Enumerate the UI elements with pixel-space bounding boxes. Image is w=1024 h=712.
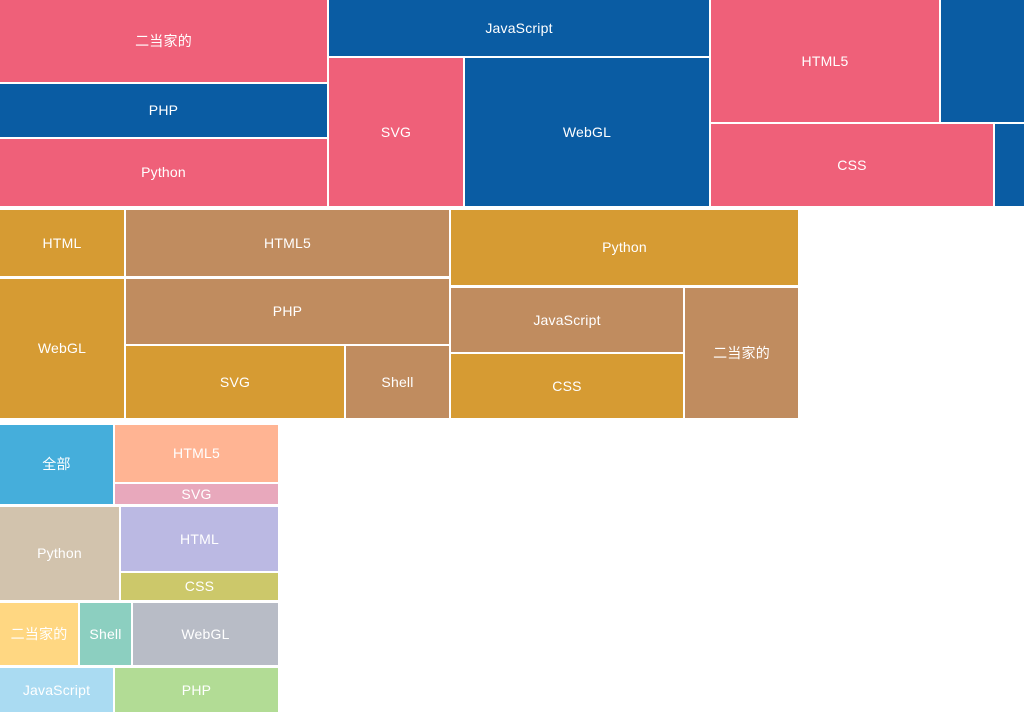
treemap-cell-label: CSS — [552, 377, 582, 394]
treemap-cell-label: Shell — [89, 625, 122, 642]
treemap-cell-label: PHP — [272, 303, 303, 320]
treemap-chart-orange-brown[interactable]: HTML HTML5 Python WebGL PHP SVG Shell JavaScrip… — [0, 210, 800, 418]
treemap-cell-label: JavaScript — [533, 311, 601, 328]
treemap-cell-css[interactable]: CSS — [711, 124, 993, 206]
treemap-cell-unlabeled[interactable] — [995, 124, 1024, 206]
treemap-cell-label: PHP — [181, 681, 212, 698]
treemap-cell-label: 二当家的 — [713, 344, 770, 361]
treemap-cell-webgl[interactable]: WebGL — [133, 603, 278, 665]
treemap-cell-svg[interactable]: SVG — [126, 346, 344, 418]
treemap-cell-php[interactable]: PHP — [126, 279, 449, 344]
treemap-cell-svg[interactable]: SVG — [329, 58, 463, 206]
treemap-cell-label: 全部 — [42, 456, 71, 473]
treemap-cell-unlabeled[interactable]: 全部 — [0, 425, 113, 504]
treemap-cell-python[interactable]: Python — [0, 507, 119, 600]
treemap-cell-label: 二当家的 — [135, 32, 192, 49]
treemap-cell-python[interactable]: Python — [451, 210, 798, 285]
treemap-cell-shell[interactable]: Shell — [346, 346, 449, 418]
treemap-chart-red-blue[interactable]: 二当家的 PHP Python SVG JavaScript WebGL HTML5 CSS — [0, 0, 1024, 206]
treemap-cell-webgl[interactable]: WebGL — [465, 58, 709, 206]
treemap-cell-label: WebGL — [37, 340, 87, 357]
treemap-cell-javascript[interactable]: JavaScript — [329, 0, 709, 56]
treemap-cell-html[interactable]: HTML — [121, 507, 278, 571]
treemap-cell-label: Python — [37, 545, 82, 562]
treemap-cell-label: 二当家的 — [10, 625, 68, 642]
treemap-cell-python[interactable]: Python — [0, 139, 327, 206]
treemap-cell-php[interactable]: PHP — [115, 668, 278, 712]
treemap-cell-label: HTML — [42, 234, 82, 251]
treemap-cell-label: PHP — [148, 102, 179, 119]
treemap-cell-php[interactable]: PHP — [0, 84, 327, 137]
treemap-cell-html5[interactable]: HTML5 — [711, 0, 939, 122]
treemap-cell-css[interactable]: CSS — [121, 573, 278, 600]
treemap-cell-label: JavaScript — [485, 19, 553, 36]
treemap-cell-label: SVG — [219, 373, 251, 390]
treemap-cell-html5[interactable]: HTML5 — [126, 210, 449, 276]
treemap-cell-css[interactable]: CSS — [451, 354, 683, 418]
treemap-chart-pastel[interactable]: 全部 HTML5 SVG Python HTML CSS 二当家的 Shell WebGL Jav… — [0, 425, 280, 712]
treemap-cell-label: HTML5 — [264, 234, 311, 251]
treemap-cell-label: HTML5 — [173, 445, 220, 462]
treemap-cell-label: SVG — [181, 485, 212, 502]
treemap-cell-unlabeled[interactable]: 二当家的 — [0, 0, 327, 82]
treemap-cell-unlabeled[interactable]: 二当家的 — [685, 288, 798, 418]
treemap-cell-svg[interactable]: SVG — [115, 484, 278, 504]
treemap-cell-label: CSS — [184, 578, 215, 595]
treemap-cell-unlabeled[interactable] — [941, 0, 1024, 122]
treemap-cell-label: Python — [602, 239, 647, 256]
treemap-cell-shell[interactable]: Shell — [80, 603, 131, 665]
treemap-cell-javascript[interactable]: JavaScript — [0, 668, 113, 712]
treemap-cell-label: Python — [141, 164, 186, 181]
treemap-cell-html[interactable]: HTML — [0, 210, 124, 276]
treemap-cell-unlabeled[interactable]: 二当家的 — [0, 603, 78, 665]
treemap-cell-html5[interactable]: HTML5 — [115, 425, 278, 482]
treemap-cell-label: WebGL — [562, 123, 612, 140]
treemap-cell-label: JavaScript — [22, 681, 91, 698]
treemap-cell-label: CSS — [837, 156, 867, 173]
treemap-cell-label: SVG — [380, 123, 412, 140]
treemap-cell-label: WebGL — [181, 625, 230, 642]
treemap-cell-label: HTML — [180, 530, 219, 547]
treemap-cell-label: Shell — [381, 373, 414, 390]
treemap-cell-webgl[interactable]: WebGL — [0, 279, 124, 418]
treemap-cell-label: HTML5 — [801, 52, 849, 69]
treemap-cell-javascript[interactable]: JavaScript — [451, 288, 683, 352]
